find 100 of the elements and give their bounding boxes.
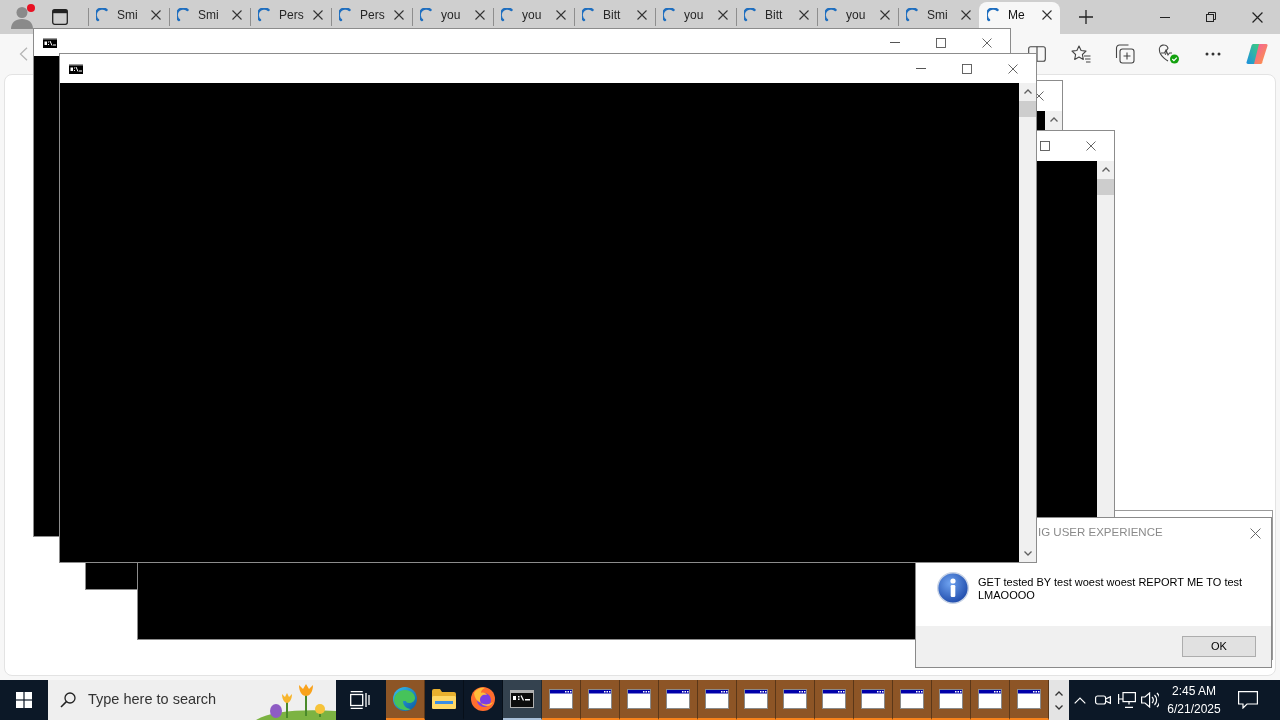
window-icon: [978, 689, 1002, 709]
taskbar-button[interactable]: [581, 680, 620, 720]
close-icon[interactable]: [982, 37, 992, 48]
taskbar-button[interactable]: [620, 680, 659, 720]
taskbar-button[interactable]: [971, 680, 1010, 720]
fox-globe-icon: [471, 687, 495, 711]
scroll-thumb[interactable]: [1097, 179, 1114, 195]
browser-tab[interactable]: you: [493, 2, 574, 28]
browser-tab[interactable]: Pers: [331, 2, 412, 28]
maximize-icon[interactable]: [962, 63, 972, 74]
taskbar-button[interactable]: [893, 680, 932, 720]
console-icon: [69, 63, 83, 74]
close-icon[interactable]: [799, 10, 809, 20]
close-icon[interactable]: [394, 10, 404, 20]
maximize-icon[interactable]: [936, 37, 946, 48]
browser-tab[interactable]: you: [817, 2, 898, 28]
loading-spinner-icon: [582, 8, 594, 22]
taskbar-button[interactable]: [542, 680, 581, 720]
browser-tab[interactable]: Bitt: [736, 2, 817, 28]
browser-tab[interactable]: Smi: [169, 2, 250, 28]
plus-icon[interactable]: [1079, 10, 1093, 24]
scrollbar[interactable]: [1019, 83, 1036, 562]
loading-spinner-icon: [339, 8, 351, 22]
clock-date: 6/21/2025: [1167, 701, 1221, 718]
console-icon: [43, 37, 57, 48]
close-icon[interactable]: [1086, 141, 1096, 151]
restore-icon[interactable]: [1206, 12, 1216, 22]
loading-spinner-icon: [96, 8, 108, 22]
taskbar-button[interactable]: [815, 680, 854, 720]
dialog-title: IG USER EXPERIENCE: [1038, 525, 1163, 541]
browser-swirl-icon: [393, 687, 417, 711]
close-icon[interactable]: [151, 10, 161, 20]
close-icon[interactable]: [232, 10, 242, 20]
window-icon: [666, 689, 690, 709]
close-icon[interactable]: [961, 10, 971, 20]
taskbar-button[interactable]: [659, 680, 698, 720]
multicolor-logo-icon[interactable]: [1246, 43, 1268, 65]
loading-spinner-icon: [987, 8, 999, 22]
notification-icon[interactable]: [1238, 691, 1258, 709]
close-icon[interactable]: [1042, 10, 1052, 20]
browser-tab[interactable]: Smi: [88, 2, 169, 28]
maximize-icon[interactable]: [1040, 141, 1050, 151]
scroll-down-icon[interactable]: [1055, 704, 1063, 710]
heart-check-icon[interactable]: [1158, 44, 1180, 64]
more-icon[interactable]: [1205, 52, 1221, 56]
taskbar-button[interactable]: [932, 680, 971, 720]
scroll-up-icon[interactable]: [1101, 167, 1110, 172]
taskbar-button[interactable]: [1010, 680, 1049, 720]
folder-icon: [432, 689, 456, 709]
scroll-up-icon[interactable]: [1049, 117, 1058, 122]
network-monitor-icon[interactable]: [1117, 692, 1136, 708]
tab-actions-icon[interactable]: [52, 9, 68, 25]
window-icon: [627, 689, 651, 709]
task-view-icon[interactable]: [350, 691, 370, 709]
browser-tab[interactable]: Smi: [898, 2, 979, 28]
taskbar-button[interactable]: [776, 680, 815, 720]
loading-spinner-icon: [258, 8, 270, 22]
loading-spinner-icon: [825, 8, 837, 22]
scroll-up-icon[interactable]: [1055, 690, 1063, 696]
video-camera-icon[interactable]: [1095, 693, 1111, 707]
chevron-up-icon[interactable]: [1074, 696, 1086, 704]
taskbar-button[interactable]: [698, 680, 737, 720]
close-icon[interactable]: [1250, 527, 1261, 539]
close-icon[interactable]: [1008, 63, 1018, 74]
taskbar-button[interactable]: [503, 680, 542, 720]
minimize-icon[interactable]: [1160, 16, 1170, 18]
close-icon[interactable]: [475, 10, 485, 20]
scroll-down-icon[interactable]: [1023, 551, 1032, 556]
browser-tab[interactable]: Me: [979, 2, 1060, 34]
close-icon[interactable]: [637, 10, 647, 20]
collections-icon[interactable]: [1115, 44, 1135, 64]
search-field[interactable]: Type here to search: [88, 689, 224, 711]
window-icon: [822, 689, 846, 709]
scroll-thumb[interactable]: [1019, 101, 1036, 117]
close-icon[interactable]: [313, 10, 323, 20]
window-icon: [900, 689, 924, 709]
avatar-icon[interactable]: [10, 5, 34, 29]
loading-spinner-icon: [501, 8, 513, 22]
loading-spinner-icon: [744, 8, 756, 22]
search-box[interactable]: Type here to search: [48, 680, 336, 720]
browser-tab[interactable]: Bitt: [574, 2, 655, 28]
taskbar-button[interactable]: [737, 680, 776, 720]
browser-tab[interactable]: you: [412, 2, 493, 28]
browser-tab[interactable]: you: [655, 2, 736, 28]
window-icon: [861, 689, 885, 709]
scroll-up-icon[interactable]: [1023, 89, 1032, 94]
close-icon[interactable]: [718, 10, 728, 20]
close-icon[interactable]: [1251, 11, 1263, 23]
search-icon: [60, 692, 76, 708]
star-list-icon[interactable]: [1071, 45, 1091, 63]
dialog-message: GET tested BY test woest woest REPORT ME TO test LMAOOOO: [978, 576, 1244, 602]
terminal-icon: [510, 690, 534, 708]
volume-icon[interactable]: [1141, 692, 1159, 708]
ok-button[interactable]: OK: [1182, 636, 1256, 657]
taskbar-button[interactable]: [854, 680, 893, 720]
loading-spinner-icon: [906, 8, 918, 22]
browser-tab[interactable]: Pers: [250, 2, 331, 28]
close-icon[interactable]: [556, 10, 566, 20]
close-icon[interactable]: [880, 10, 890, 20]
windows-logo-icon[interactable]: [16, 692, 32, 708]
